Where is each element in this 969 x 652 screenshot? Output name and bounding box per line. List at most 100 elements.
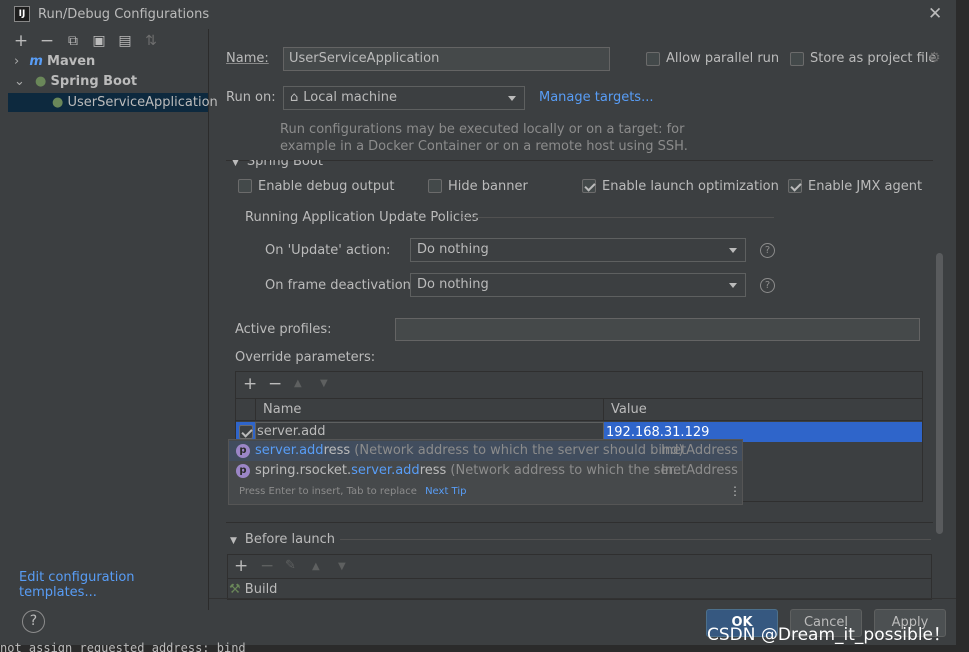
enable-jmx-agent-label: Enable JMX agent xyxy=(808,179,923,194)
maven-icon: m xyxy=(29,54,43,69)
help-icon[interactable]: ? xyxy=(760,278,775,293)
update-policies-title: Running Application Update Policies xyxy=(245,210,479,225)
enable-launch-optimization-checkbox[interactable] xyxy=(582,179,596,193)
allow-parallel-run-checkbox[interactable] xyxy=(646,52,660,66)
save-icon[interactable]: ▣ xyxy=(90,32,108,50)
policies-separator xyxy=(462,217,774,218)
enable-debug-output-label: Enable debug output xyxy=(258,179,395,194)
completion-hint: Press Enter to insert, Tab to replace xyxy=(239,486,417,497)
chevron-down-icon xyxy=(729,248,737,253)
completion-rest: ress xyxy=(419,463,447,478)
spring-boot-section-header[interactable]: ▼ Spring Boot xyxy=(232,160,323,171)
allow-parallel-run-label: Allow parallel run xyxy=(666,51,780,66)
name-label: Name: xyxy=(226,51,269,66)
add-icon[interactable]: + xyxy=(234,556,248,576)
remove-icon[interactable]: − xyxy=(268,374,282,394)
collapse-triangle-icon: ▼ xyxy=(230,536,237,546)
hide-banner-label: Hide banner xyxy=(448,179,528,194)
help-icon[interactable]: ? xyxy=(760,243,775,258)
hammer-icon: ⚒ xyxy=(229,582,241,597)
store-as-project-file-label: Store as project file xyxy=(810,51,937,66)
completion-rest: ress xyxy=(323,443,351,458)
completion-type: InetAddress xyxy=(661,443,738,458)
chevron-down-icon xyxy=(729,283,737,288)
add-icon[interactable]: + xyxy=(12,32,30,50)
gear-icon[interactable]: ⚙ xyxy=(928,50,941,66)
row-enabled-checkbox[interactable] xyxy=(239,425,253,439)
run-on-select[interactable]: ⌂ Local machine xyxy=(283,86,525,110)
property-icon: p xyxy=(236,464,250,478)
move-down-icon[interactable]: ▼ xyxy=(338,561,346,572)
completion-popup: p server.address (Network address to whi… xyxy=(228,439,743,505)
move-down-icon[interactable]: ▼ xyxy=(320,378,328,389)
column-divider xyxy=(603,399,604,421)
move-up-icon[interactable]: ▲ xyxy=(312,561,320,572)
enable-jmx-agent-checkbox[interactable] xyxy=(788,179,802,193)
build-label: Build xyxy=(244,582,278,597)
move-up-icon[interactable]: ▲ xyxy=(294,378,302,389)
completion-item[interactable]: p spring.rsocket.server.address (Network… xyxy=(229,461,742,481)
column-header-value[interactable]: Value xyxy=(611,402,647,417)
watermark: CSDN @Dream_it_possible！ xyxy=(707,625,951,645)
run-on-label: Run on: xyxy=(226,90,276,105)
title-bar: IJ Run/Debug Configurations ✕ xyxy=(0,0,956,29)
enable-debug-output-checkbox[interactable] xyxy=(238,179,252,193)
tree-item-user-service-application[interactable]: ● UserServiceApplication xyxy=(52,93,218,112)
help-icon[interactable]: ? xyxy=(22,610,45,633)
console-text: not assign requested address: bind xyxy=(0,641,246,652)
collapse-triangle-icon: ▼ xyxy=(232,160,239,168)
completion-footer: Press Enter to insert, Tab to replace Ne… xyxy=(239,486,466,497)
on-update-action-value: Do nothing xyxy=(417,242,489,257)
chevron-down-icon xyxy=(508,96,516,101)
next-tip-link[interactable]: Next Tip xyxy=(425,486,466,497)
tree-item-label: UserServiceApplication xyxy=(67,95,218,110)
on-frame-deactivation-select[interactable]: Do nothing xyxy=(410,273,746,297)
background-console: not assign requested address: bind xyxy=(0,641,969,652)
scroll-area-top-border xyxy=(226,160,933,161)
tree-item-maven[interactable]: › m Maven xyxy=(14,52,95,71)
before-launch-header[interactable]: ▼ Before launch xyxy=(230,532,335,547)
edit-icon[interactable]: ✎ xyxy=(285,558,296,573)
build-task-item[interactable]: ⚒ Build xyxy=(229,582,277,597)
intellij-icon: IJ xyxy=(14,6,30,22)
completion-prefix: spring.rsocket. xyxy=(255,463,352,478)
on-update-action-select[interactable]: Do nothing xyxy=(410,238,746,262)
override-parameters-label: Override parameters: xyxy=(235,350,376,365)
tree-item-label: Maven xyxy=(47,54,96,69)
active-profiles-field[interactable] xyxy=(395,318,920,341)
row-name-value: server.add xyxy=(257,424,326,439)
folder-add-icon[interactable]: ▤ xyxy=(116,32,134,50)
run-debug-dialog: IJ Run/Debug Configurations ✕ + − ⧉ ▣ ▤ … xyxy=(0,0,956,645)
copy-icon[interactable]: ⧉ xyxy=(64,32,82,50)
config-scrollbar[interactable] xyxy=(936,253,943,534)
table-header: Name Value xyxy=(236,398,922,421)
more-options-icon[interactable]: ⋮ xyxy=(729,484,741,498)
expand-arrow-icon[interactable]: › xyxy=(14,54,19,69)
run-on-hint-line2: example in a Docker Container or on a re… xyxy=(280,139,688,154)
hide-banner-checkbox[interactable] xyxy=(428,179,442,193)
manage-targets-link[interactable]: Manage targets... xyxy=(539,90,653,105)
column-divider xyxy=(255,399,256,421)
on-frame-deactivation-label: On frame deactivation: xyxy=(265,278,416,293)
close-icon[interactable]: ✕ xyxy=(928,4,942,24)
before-launch-panel xyxy=(227,554,932,600)
completion-match: server.add xyxy=(351,463,420,478)
tree-item-spring-boot[interactable]: ⌄ ● Spring Boot xyxy=(14,72,137,91)
home-icon: ⌂ xyxy=(290,90,299,105)
before-launch-toolbar-separator xyxy=(228,578,931,579)
store-as-project-file-checkbox[interactable] xyxy=(790,52,804,66)
section-title: Spring Boot xyxy=(246,160,323,169)
column-header-name[interactable]: Name xyxy=(263,402,301,417)
completion-item[interactable]: p server.address (Network address to whi… xyxy=(229,441,742,461)
add-icon[interactable]: + xyxy=(243,374,257,394)
name-field[interactable]: UserServiceApplication xyxy=(283,47,610,71)
sort-icon[interactable]: ⇅ xyxy=(142,32,160,50)
remove-icon[interactable]: − xyxy=(38,32,56,50)
row-value[interactable]: 192.168.31.129 xyxy=(606,425,709,440)
on-update-action-label: On 'Update' action: xyxy=(265,243,391,258)
before-launch-title: Before launch xyxy=(244,532,336,547)
edit-configuration-templates-link[interactable]: Edit configuration templates... xyxy=(19,570,208,600)
collapse-arrow-icon[interactable]: ⌄ xyxy=(14,74,25,89)
completion-description: (Network address to which the server sho… xyxy=(350,443,684,458)
remove-icon[interactable]: − xyxy=(260,556,274,576)
